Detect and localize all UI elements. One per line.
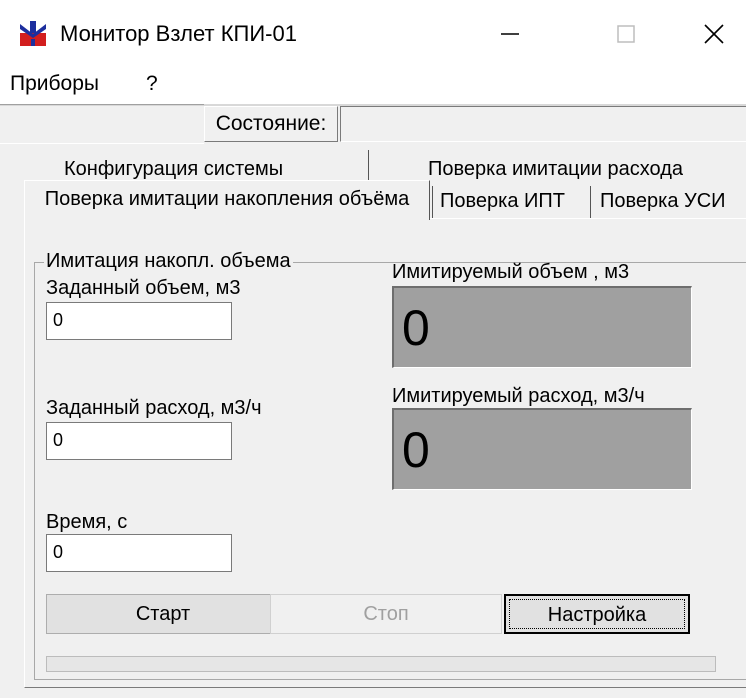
status-field bbox=[340, 106, 746, 142]
maximize-button[interactable] bbox=[596, 14, 656, 54]
imitated-volume-display: 0 bbox=[392, 286, 692, 368]
menu-bar: Приборы ? bbox=[0, 64, 746, 104]
target-volume-label: Заданный объем, м3 bbox=[46, 277, 241, 299]
settings-button[interactable]: Настройка bbox=[504, 594, 690, 634]
imitated-volume-label: Имитируемый объем , м3 bbox=[392, 261, 630, 283]
minimize-button[interactable] bbox=[480, 14, 540, 54]
menu-item-devices[interactable]: Приборы bbox=[6, 64, 103, 104]
maximize-icon bbox=[617, 25, 635, 43]
status-left-panel bbox=[0, 104, 204, 144]
stop-button-label: Стоп bbox=[363, 603, 409, 625]
group-title: Имитация накопл. объема bbox=[44, 250, 293, 272]
tab-flow-imitation-check[interactable]: Поверка имитации расхода bbox=[428, 154, 683, 184]
stop-button[interactable]: Стоп bbox=[270, 594, 502, 634]
tab-usi-check[interactable]: Поверка УСИ bbox=[600, 186, 726, 216]
tab-separator bbox=[432, 186, 433, 218]
close-button[interactable] bbox=[684, 14, 744, 54]
start-button[interactable]: Старт bbox=[46, 594, 280, 634]
minimize-icon bbox=[501, 33, 519, 35]
time-label: Время, с bbox=[46, 511, 128, 533]
app-logo-icon bbox=[20, 21, 46, 46]
time-input[interactable]: 0 bbox=[46, 534, 232, 572]
tab-volume-accumulation-check[interactable]: Поверка имитации накопления объёма bbox=[24, 180, 430, 220]
title-bar[interactable]: Монитор Взлет КПИ-01 bbox=[0, 0, 746, 64]
close-icon bbox=[704, 24, 724, 44]
settings-button-label: Настройка bbox=[547, 604, 647, 626]
window-title: Монитор Взлет КПИ-01 bbox=[60, 21, 297, 46]
main-window: Монитор Взлет КПИ-01 Приборы ? Состояние… bbox=[0, 0, 746, 698]
status-label: Состояние: bbox=[204, 106, 338, 142]
target-flow-label: Заданный расход, м3/ч bbox=[46, 397, 262, 419]
imitated-flow-display: 0 bbox=[392, 408, 692, 490]
target-flow-input[interactable]: 0 bbox=[46, 422, 232, 460]
imitated-flow-label: Имитируемый расход, м3/ч bbox=[392, 385, 645, 407]
tab-separator bbox=[590, 186, 591, 218]
start-button-label: Старт bbox=[135, 603, 191, 625]
target-volume-input[interactable]: 0 bbox=[46, 302, 232, 340]
tab-separator bbox=[368, 150, 369, 180]
menu-item-help[interactable]: ? bbox=[142, 64, 162, 104]
progress-bar bbox=[46, 656, 716, 672]
tab-ipt-check[interactable]: Поверка ИПТ bbox=[440, 186, 565, 216]
